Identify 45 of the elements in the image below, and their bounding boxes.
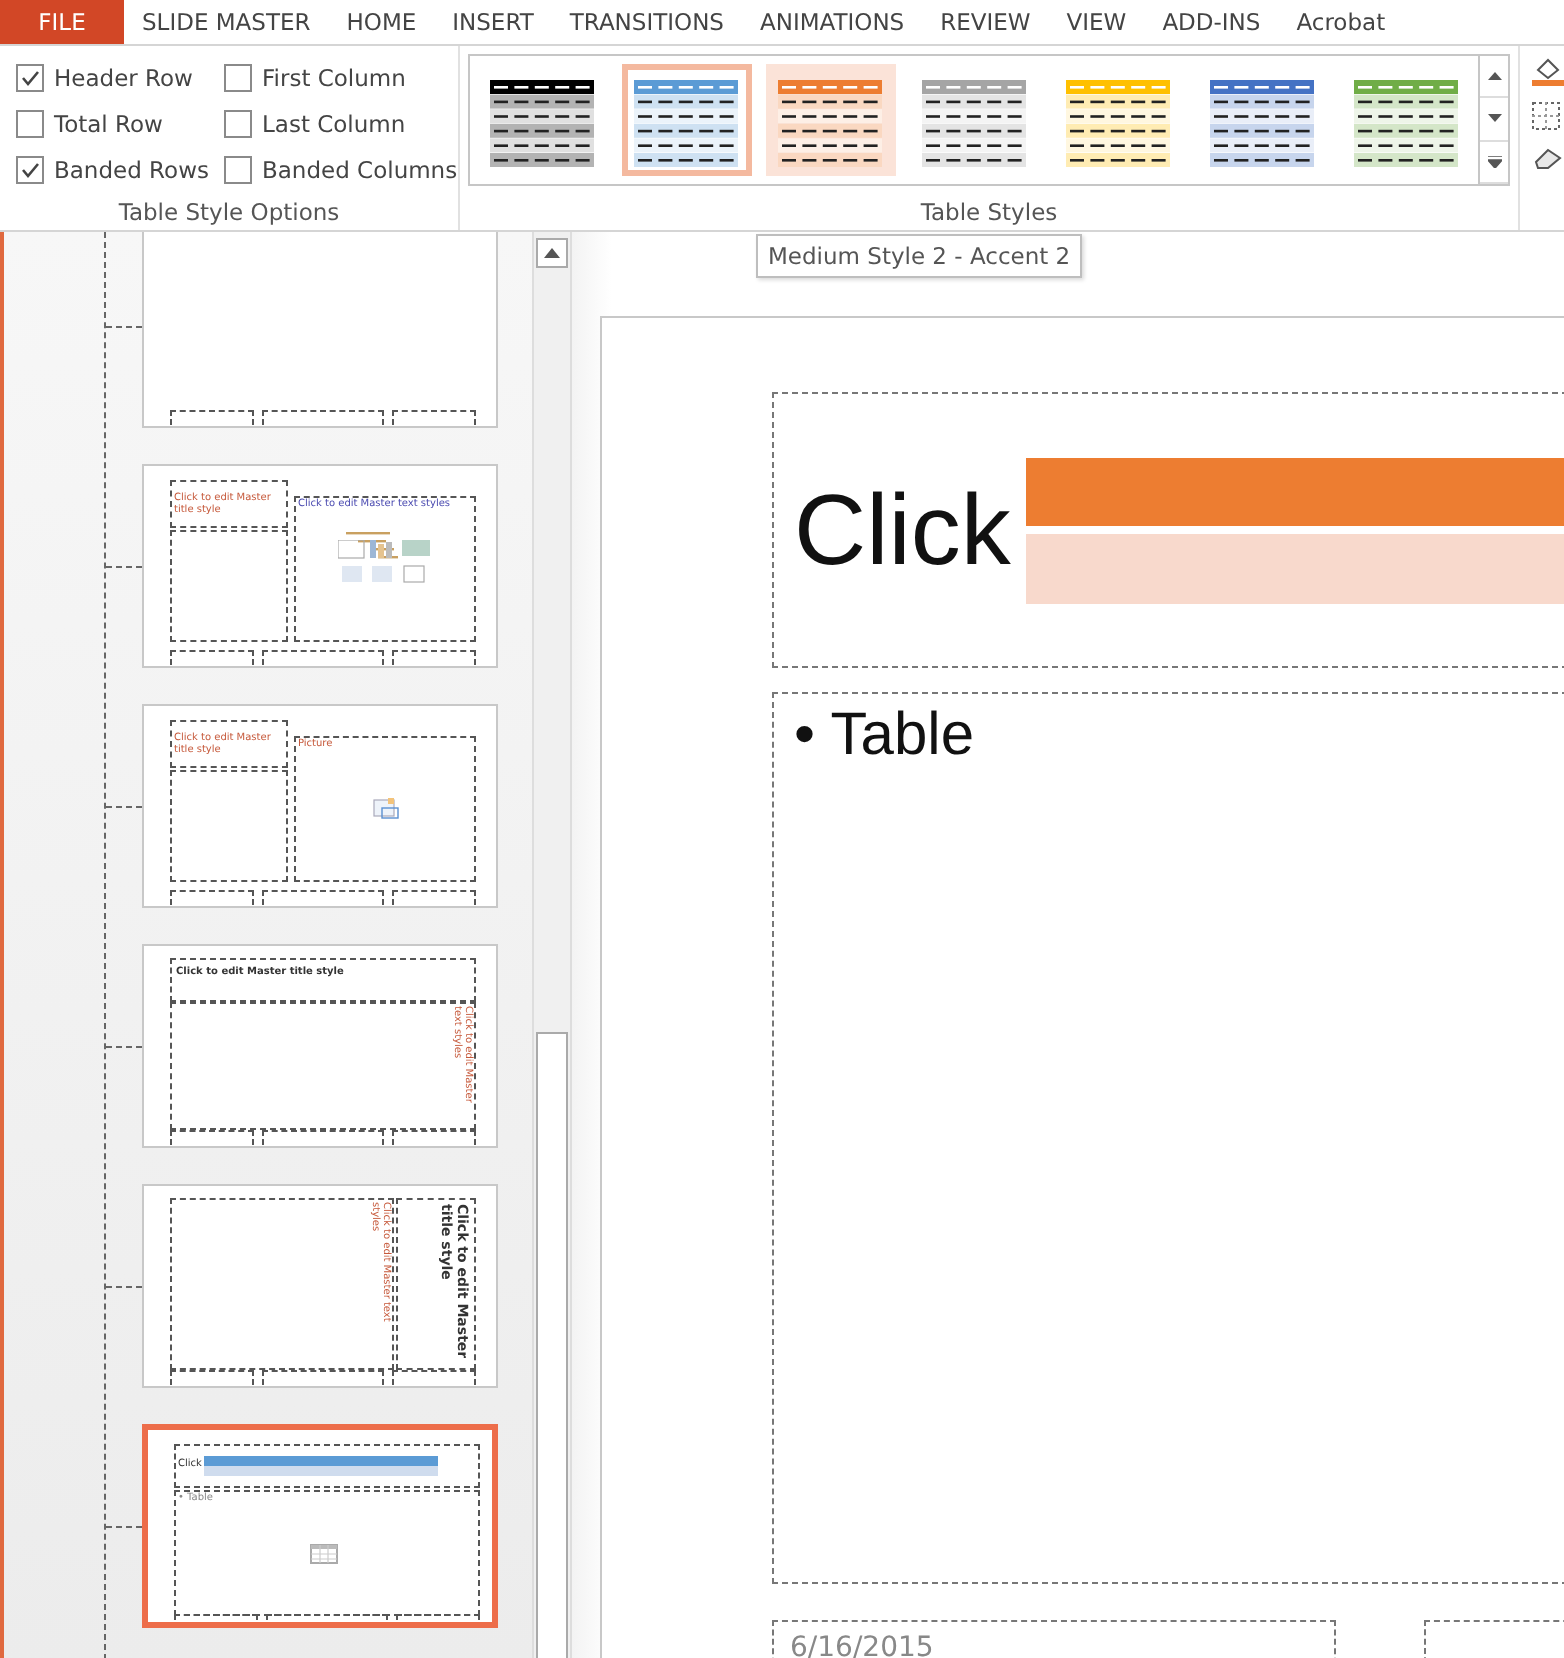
content-placeholder [170, 770, 288, 882]
ribbon-tab[interactable]: SLIDE MASTER [124, 0, 329, 44]
borders-icon[interactable] [1532, 102, 1560, 130]
date-text: 6/16/2015 [790, 1632, 934, 1658]
checkbox-label: Banded Rows [54, 155, 209, 183]
ribbon-tab[interactable]: VIEW [1048, 0, 1145, 44]
checkbox-label: Banded Columns [262, 155, 458, 183]
picture-icon [372, 798, 400, 820]
paint-bucket-icon[interactable] [1532, 54, 1564, 86]
slide-title: Click [794, 472, 1011, 588]
ribbon-tab[interactable]: REVIEW [922, 0, 1049, 44]
ribbon-tab[interactable]: INSERT [434, 0, 552, 44]
checkbox[interactable] [224, 109, 252, 137]
ribbon-tab[interactable]: TRANSITIONS [551, 0, 742, 44]
file-tab[interactable]: FILE [0, 0, 124, 44]
caret-up-icon [1487, 72, 1501, 81]
caret-down-icon [1487, 114, 1501, 123]
tooltip: Medium Style 2 - Accent 2 [756, 234, 1083, 278]
group-label: Table Style Options [116, 198, 342, 230]
checkbox[interactable] [224, 63, 252, 91]
table-style-swatch[interactable] [621, 64, 752, 176]
ribbon-tab[interactable]: HOME [328, 0, 435, 44]
checkbox[interactable] [16, 109, 44, 137]
scrollbar-thumb[interactable] [536, 1032, 568, 1658]
ribbon-tab[interactable]: ANIMATIONS [741, 0, 923, 44]
checkbox[interactable] [16, 155, 44, 183]
caret-up-icon [544, 248, 560, 258]
slide-thumbnail[interactable] [142, 232, 498, 428]
ribbon-tab[interactable]: Acrobat [1278, 0, 1404, 44]
bullet-text: • Table [794, 702, 975, 768]
checkbox-label: First Column [262, 63, 406, 91]
content-icons-drawing [338, 539, 434, 588]
checkbox-label: Total Row [54, 109, 163, 137]
eraser-icon[interactable] [1532, 146, 1564, 170]
checkbox[interactable] [224, 155, 252, 183]
expand-icon [1487, 155, 1501, 168]
ribbon-tab[interactable]: ADD-INS [1144, 0, 1279, 44]
table-style-swatch[interactable] [765, 64, 896, 176]
checkbox-label: Header Row [54, 63, 193, 91]
content-placeholder [170, 530, 288, 642]
checkbox[interactable] [16, 63, 44, 91]
group-label: Table Styles [918, 198, 1060, 230]
scroll-up-button[interactable] [536, 238, 568, 268]
checkbox-label: Last Column [262, 109, 406, 137]
table-icon [310, 1544, 338, 1564]
